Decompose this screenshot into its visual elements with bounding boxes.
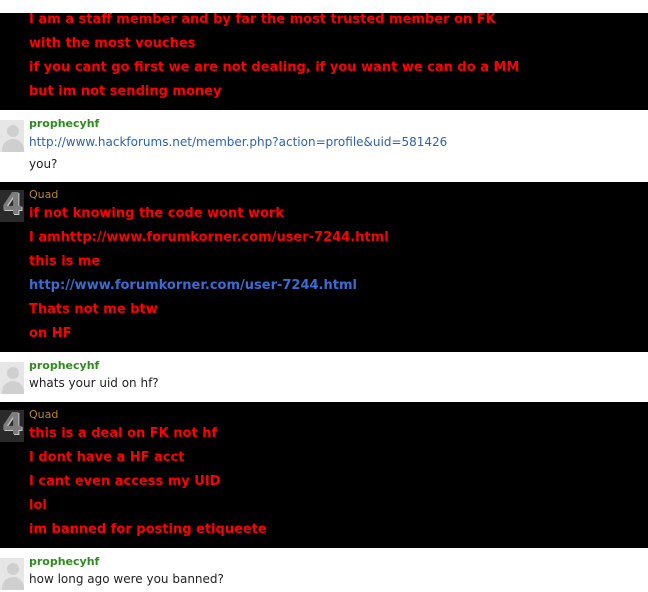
message-line: this is me: [29, 254, 101, 269]
author-name[interactable]: prophecyhf: [29, 117, 99, 130]
message-line: I am a staff member and by far the most …: [29, 12, 496, 27]
default-avatar-icon[interactable]: [0, 120, 24, 152]
message-line: if not knowing the code wont work: [29, 206, 284, 221]
author-name[interactable]: prophecyhf: [29, 555, 99, 568]
default-avatar-icon[interactable]: [0, 362, 24, 394]
message-line: im banned for posting etiqueete: [29, 522, 267, 537]
message-line: this is a deal on FK not hf: [29, 426, 218, 441]
message-quad-3: 4 Quad this is a deal on FK not hf I don…: [0, 402, 648, 548]
message-line: lol: [29, 498, 47, 513]
message-prophecyhf-2: prophecyhf whats your uid on hf?: [0, 352, 648, 402]
message-line: I dont have a HF acct: [29, 450, 185, 465]
avatar-digit: 4: [2, 410, 23, 442]
author-name[interactable]: Quad: [29, 408, 58, 421]
message-prophecyhf-3: prophecyhf how long ago were you banned?: [0, 548, 648, 592]
message-line: on HF: [29, 326, 72, 341]
message-quad-2: 4 Quad if not knowing the code wont work…: [0, 182, 648, 352]
message-line: you?: [29, 157, 58, 171]
avatar-digit: 4: [2, 190, 23, 222]
message-line: but im not sending money: [29, 84, 222, 99]
message-line: if you cant go first we are not dealing,…: [29, 60, 520, 75]
quad-avatar-icon[interactable]: 4: [0, 190, 24, 222]
quad-avatar-icon[interactable]: 4: [0, 410, 24, 442]
message-line: how long ago were you banned?: [29, 572, 224, 586]
message-prophecyhf-1: prophecyhf http://www.hackforums.net/mem…: [0, 110, 648, 182]
message-line: with the most vouches: [29, 36, 196, 51]
author-name[interactable]: prophecyhf: [29, 359, 99, 372]
default-avatar-icon[interactable]: [0, 558, 24, 590]
message-quad-1: I am a staff member and by far the most …: [0, 12, 648, 110]
profile-link[interactable]: http://www.forumkorner.com/user-7244.htm…: [29, 278, 357, 294]
profile-link[interactable]: http://www.hackforums.net/member.php?act…: [29, 135, 447, 150]
message-line: I amhttp://www.forumkorner.com/user-7244…: [29, 230, 389, 245]
message-line: I cant even access my UID: [29, 474, 221, 489]
author-name[interactable]: Quad: [29, 188, 58, 201]
message-line: Thats not me btw: [29, 302, 158, 317]
message-line: whats your uid on hf?: [29, 376, 159, 390]
